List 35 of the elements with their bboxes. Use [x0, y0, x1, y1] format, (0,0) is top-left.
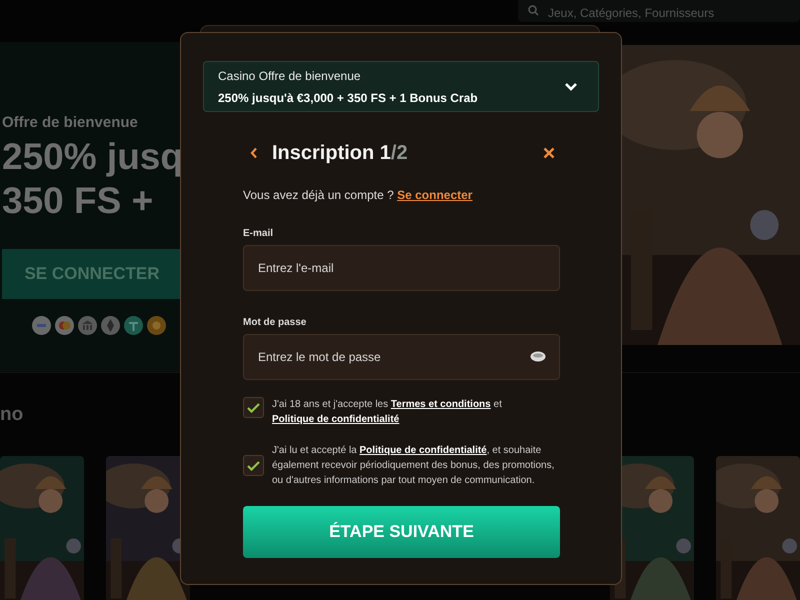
offer-text: 250% jusqu'à €3,000 + 350 FS + 1 Bonus Crab [218, 90, 479, 106]
checkbox[interactable] [243, 397, 264, 418]
policy-link[interactable]: Termes et conditions [390, 399, 491, 410]
policy-link[interactable]: Politique de confidentialité [272, 414, 400, 425]
offer-title: Casino Offre de bienvenue [218, 68, 362, 84]
check-icon [247, 402, 260, 412]
login-prompt: Vous avez déjà un compte ? Se connecter [243, 187, 474, 204]
section-title: no [0, 404, 24, 425]
tether-icon [124, 316, 143, 334]
consent-text: J'ai 18 ans et j'accepte les Termes et conditions et Politique de confidentialité [272, 398, 503, 427]
bitcoin-icon [147, 316, 166, 334]
mastercard-icon [55, 316, 74, 334]
ethereum-icon [101, 316, 120, 334]
hero-title: 350 FS + [2, 180, 154, 220]
offer-banner[interactable]: Casino Offre de bienvenue 250% jusqu'à €3,000 + 350 FS + 1 Bonus Crab [203, 61, 599, 112]
password-field[interactable]: Entrez le mot de passe [243, 334, 560, 380]
hero-subtitle: Offre de bienvenue [2, 113, 139, 133]
field-label: Mot de passe [243, 316, 308, 330]
chevron-down-icon [564, 82, 578, 91]
field-label: E-mail [243, 227, 274, 241]
eye-icon[interactable] [530, 351, 546, 362]
dialog-title: Inscription 1 [272, 142, 391, 164]
close-icon[interactable] [543, 147, 555, 159]
checkbox[interactable] [243, 455, 264, 476]
bank-icon [78, 316, 97, 334]
step-total: /2 [390, 142, 408, 164]
visa-icon [32, 316, 51, 334]
search-icon [528, 5, 539, 16]
hero-title: 250% jusq [2, 136, 183, 176]
policy-link[interactable]: Politique de confidentialité [360, 445, 487, 456]
consent-text: J'ai lu et accepté la Politique de confidentialité, et souhaite également recevoir périodiquement des bonus, des promotions, ou d'autres informations par tout moyen de communication. [272, 444, 556, 488]
check-icon [247, 460, 260, 470]
back-icon[interactable] [250, 147, 258, 159]
email-field[interactable]: Entrez l'e-mail [243, 245, 560, 291]
login-link[interactable]: Se connecter [397, 188, 472, 202]
